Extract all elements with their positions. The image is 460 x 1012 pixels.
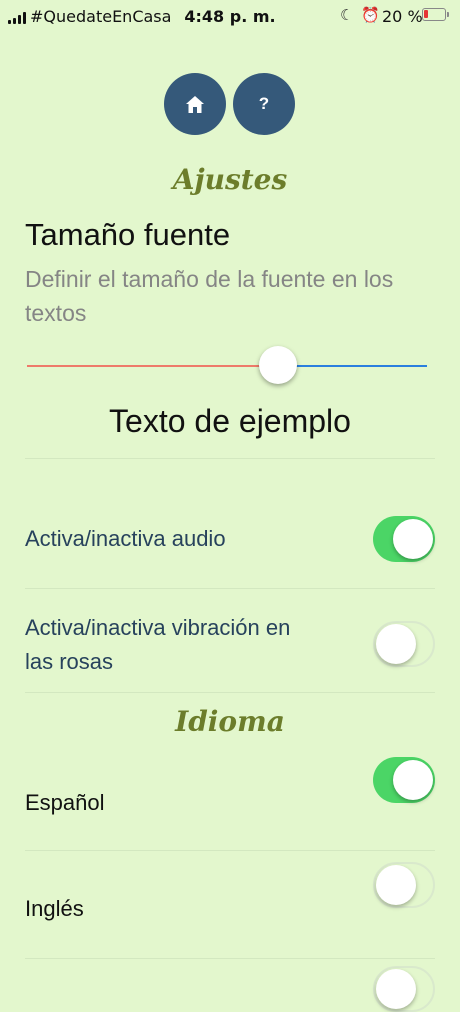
audio-toggle[interactable] — [373, 516, 435, 562]
home-button[interactable] — [164, 73, 226, 135]
battery-icon — [422, 8, 449, 21]
divider — [25, 458, 435, 459]
toggle-knob — [393, 519, 433, 559]
status-bar: #QuedateEnCasa 4:48 p. m. ☾ ⏰ 20 % — [0, 0, 460, 34]
spanish-label: Español — [25, 790, 105, 815]
moon-icon: ☾ — [340, 6, 354, 24]
vibration-toggle[interactable] — [373, 621, 435, 667]
help-icon: ? — [258, 94, 270, 113]
english-toggle[interactable] — [373, 862, 435, 908]
battery-percent: 20 % — [382, 7, 423, 26]
language-toggle-3[interactable] — [373, 966, 435, 1012]
toggle-knob — [376, 969, 416, 1009]
alarm-icon: ⏰ — [361, 6, 380, 24]
divider — [25, 588, 435, 589]
spanish-toggle[interactable] — [373, 757, 435, 803]
divider — [25, 958, 435, 959]
slider-track-remaining — [279, 365, 427, 367]
slider-track-filled — [27, 365, 279, 367]
battery-level — [424, 10, 428, 18]
font-size-description: Definir el tamaño de la fuente en los te… — [25, 266, 394, 326]
slider-thumb[interactable] — [259, 346, 297, 384]
sample-text: Texto de ejemplo — [109, 403, 351, 439]
home-icon — [186, 95, 204, 113]
divider — [25, 850, 435, 851]
help-button[interactable]: ? — [233, 73, 295, 135]
language-title: Idioma — [175, 705, 285, 738]
settings-title: Ajustes — [172, 163, 288, 196]
toggle-knob — [376, 865, 416, 905]
divider — [25, 692, 435, 693]
english-label: Inglés — [25, 896, 84, 921]
font-size-title: Tamaño fuente — [25, 217, 231, 252]
vibration-toggle-label: Activa/inactiva vibración en las rosas — [25, 615, 291, 674]
audio-toggle-label: Activa/inactiva audio — [25, 526, 226, 551]
toggle-knob — [393, 760, 433, 800]
toggle-knob — [376, 624, 416, 664]
font-size-slider[interactable] — [27, 346, 427, 386]
